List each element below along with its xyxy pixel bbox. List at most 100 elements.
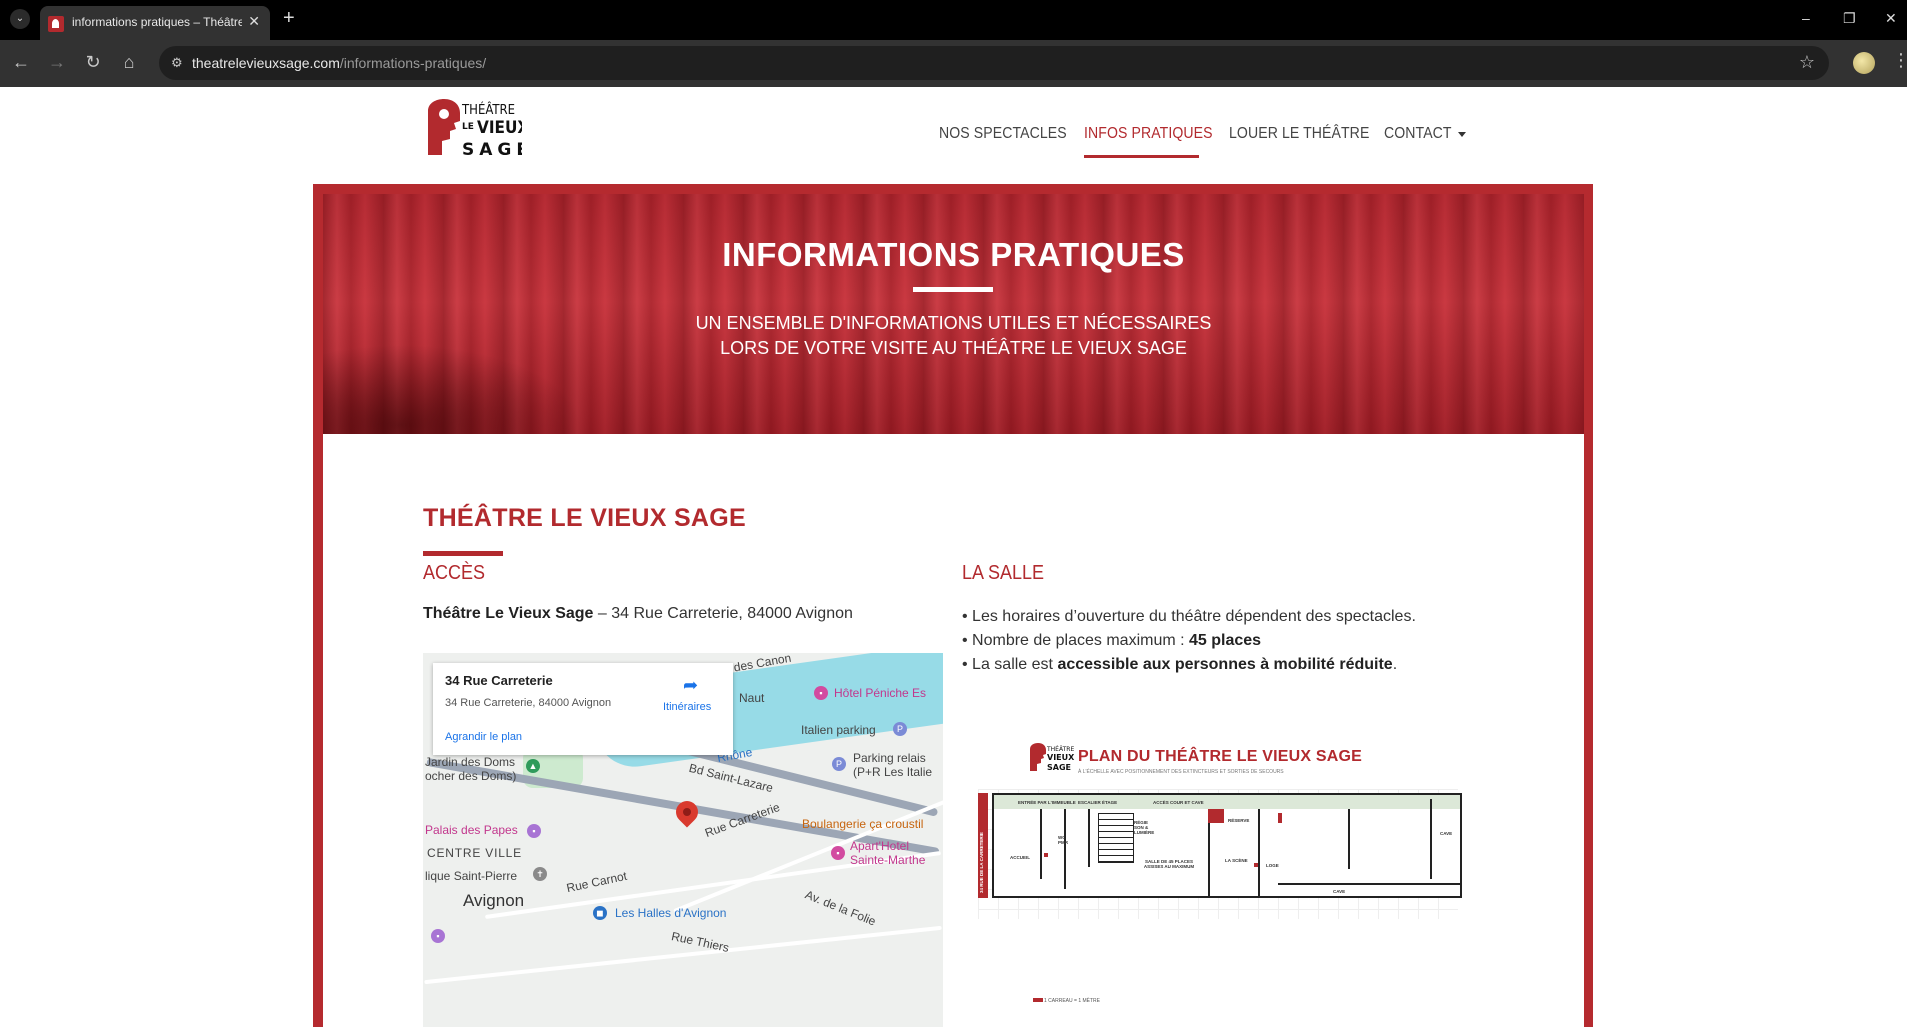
map-label: Apart'Hotel: [850, 839, 909, 853]
bookmark-star-icon[interactable]: ☆: [1799, 52, 1815, 73]
chevron-down-icon[interactable]: [1458, 132, 1466, 137]
plan-wall: [1348, 809, 1350, 869]
acces-heading: ACCÈS: [423, 562, 486, 584]
subtitle-line-2: LORS DE VOTRE VISITE AU THÉÂTRE LE VIEUX…: [720, 338, 1187, 358]
plan-reserve-block: [1208, 809, 1224, 823]
plan-wall: [1278, 883, 1462, 885]
plan-label: ACCUEIL: [1010, 855, 1030, 860]
plan-label: ENTRÉE PAR L'IMMEUBLE: [1018, 800, 1076, 805]
plan-wall: [1088, 809, 1090, 867]
nav-louer-le-theatre[interactable]: LOUER LE THÉÂTRE: [1229, 125, 1369, 143]
restore-icon[interactable]: ❐: [1843, 10, 1856, 27]
map-label: Jardin des Doms: [425, 755, 516, 769]
map-label: lique Saint-Pierre: [425, 869, 518, 883]
plan-scale-label: 1 CARREAU = 1 MÈTRE: [1044, 998, 1100, 1004]
browser-menu-icon[interactable]: ⋮: [1892, 50, 1907, 71]
map-label: CENTRE VILLE: [427, 846, 522, 860]
plan-logo: THÉÂTRE VIEUX SAGE: [1030, 743, 1075, 772]
shopping-icon[interactable]: ◼: [593, 906, 607, 920]
plan-stairs: [1098, 813, 1134, 863]
place-address: 34 Rue Carreterie, 84000 Avignon: [445, 697, 612, 709]
plan-label: CAVE: [1440, 831, 1453, 836]
url-text[interactable]: theatrelevieuxsage.com/informations-prat…: [192, 55, 486, 71]
browser-tab[interactable]: informations pratiques – Théâtre Le Vieu…: [40, 6, 270, 40]
home-icon[interactable]: ⌂: [118, 52, 140, 73]
site-info-icon[interactable]: ⚙: [171, 55, 183, 71]
museum-icon[interactable]: ▪: [431, 929, 445, 943]
plan-wall: [1040, 809, 1042, 879]
theatre-floor-plan[interactable]: THÉÂTRE VIEUX SAGE PLAN DU THÉÂTRE LE VI…: [978, 743, 1462, 1013]
salle-heading: LA SALLE: [962, 562, 1045, 584]
subtitle-line-1: UN ENSEMBLE D'INFORMATIONS UTILES ET NÉC…: [695, 313, 1212, 333]
list-item: • Nombre de places maximum : 45 places: [962, 632, 1262, 649]
webpage: THÉÂTRE LE VIEUX SAGE NOS SPECTACLES INF…: [0, 87, 1907, 1027]
google-map[interactable]: Chem. des Canon Naut ▪ Hôtel Péniche Es …: [423, 653, 943, 1027]
park-icon[interactable]: ▲: [526, 759, 540, 773]
nav-nos-spectacles[interactable]: NOS SPECTACLES: [939, 125, 1067, 143]
exit-door-icon: [1278, 813, 1282, 823]
map-label: Palais des Papes: [425, 823, 518, 837]
svg-text:VIEUX: VIEUX: [477, 118, 522, 138]
nav-infos-pratiques[interactable]: INFOS PRATIQUES: [1084, 125, 1213, 143]
svg-text:THÉÂTRE: THÉÂTRE: [461, 102, 515, 118]
parking-icon[interactable]: P: [893, 722, 907, 736]
plan-label: RÉSERVE: [1228, 818, 1250, 823]
plan-label: ACCÈS COUR ET CAVE: [1153, 800, 1204, 805]
nav-active-indicator: [1084, 155, 1199, 158]
directions-link[interactable]: Itinéraires: [663, 701, 711, 713]
forward-arrow-icon[interactable]: →: [46, 52, 68, 73]
hotel-icon[interactable]: ▪: [814, 686, 828, 700]
nav-contact[interactable]: CONTACT: [1384, 125, 1452, 143]
map-label: Italien parking: [801, 723, 876, 737]
section-title: THÉÂTRE LE VIEUX SAGE: [423, 504, 747, 532]
monument-icon[interactable]: ▪: [527, 824, 541, 838]
browser-tab-bar: ⌄ informations pratiques – Théâtre Le Vi…: [0, 0, 1907, 40]
tab-close-icon[interactable]: ✕: [248, 13, 260, 30]
hero-banner: INFORMATIONS PRATIQUES UN ENSEMBLE D'INF…: [323, 194, 1584, 434]
map-label: ocher des Doms): [425, 769, 517, 783]
page-title: INFORMATIONS PRATIQUES: [722, 236, 1185, 273]
plan-wall: [1430, 799, 1432, 879]
parking-icon[interactable]: P: [832, 757, 846, 771]
place-name: 34 Rue Carreterie: [445, 673, 553, 688]
plan-label: RÉGIE SON & LUMIÈRE: [1134, 820, 1155, 835]
plan-scale-bar: [1033, 998, 1043, 1002]
plan-label: CAVE: [1333, 889, 1346, 894]
salle-info-list: • Les horaires d’ouverture du théâtre dé…: [962, 605, 1416, 677]
extinguisher-icon: [1044, 853, 1048, 857]
new-tab-button[interactable]: +: [283, 7, 295, 30]
map-label: Hôtel Péniche Es: [834, 686, 927, 700]
map-label: Rue Carnot: [565, 868, 629, 896]
window-close-icon[interactable]: ✕: [1885, 10, 1897, 27]
back-arrow-icon[interactable]: ←: [10, 52, 32, 73]
plan-wall: [1258, 809, 1260, 898]
map-label: Avignon: [463, 891, 525, 910]
map-label: Naut: [739, 691, 765, 705]
map-label: (P+R Les Italie: [853, 765, 933, 779]
svg-text:VIEUX: VIEUX: [1047, 753, 1075, 762]
minimize-icon[interactable]: –: [1802, 10, 1810, 26]
plan-label: 34 RUE DE LA CARRETERIE: [979, 832, 984, 893]
map-label: Les Halles d'Avignon: [615, 906, 727, 920]
address-bar[interactable]: ⚙ theatrelevieuxsage.com/informations-pr…: [159, 46, 1829, 80]
extinguisher-icon: [1254, 863, 1258, 867]
map-label: Boulangerie ça croustil: [802, 817, 924, 831]
tab-search-icon[interactable]: ⌄: [10, 9, 30, 29]
enlarge-map-link[interactable]: Agrandir le plan: [445, 731, 522, 743]
address-text: Théâtre Le Vieux Sage – 34 Rue Carreteri…: [423, 605, 853, 622]
profile-avatar[interactable]: [1853, 52, 1875, 74]
list-item: • La salle est accessible aux personnes …: [962, 656, 1398, 673]
plan-title: PLAN DU THÉÂTRE LE VIEUX SAGE: [1078, 748, 1363, 765]
plan-label: SALLE DE 45 PLACES ASSISES AU MAXIMUM: [1143, 859, 1195, 869]
section-divider: [423, 551, 503, 556]
svg-text:THÉÂTRE: THÉÂTRE: [1046, 745, 1074, 753]
church-icon[interactable]: ✝: [533, 867, 547, 881]
directions-icon[interactable]: ➦: [683, 675, 698, 696]
theatre-logo[interactable]: THÉÂTRE LE VIEUX SAGE: [422, 99, 522, 169]
map-label: Sainte-Marthe: [850, 853, 926, 867]
title-divider: [913, 287, 993, 292]
reload-icon[interactable]: ↻: [82, 52, 104, 73]
plan-subtitle: À L'ÉCHELLE AVEC POSITIONNEMENT DES EXTI…: [1078, 769, 1284, 775]
hotel-icon[interactable]: ▪: [831, 846, 845, 860]
list-item: • Les horaires d’ouverture du théâtre dé…: [962, 608, 1416, 625]
